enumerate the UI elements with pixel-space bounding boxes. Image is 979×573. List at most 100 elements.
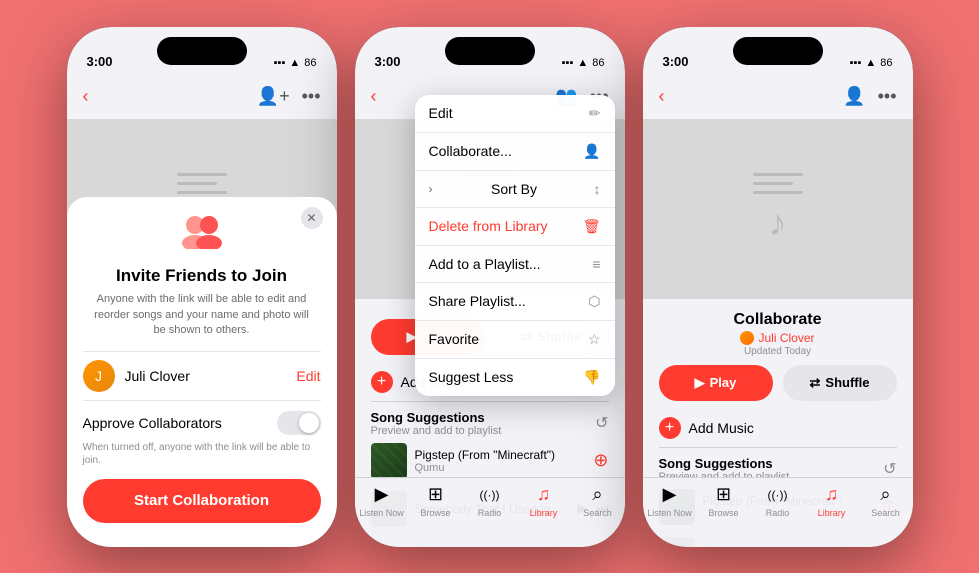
user-row: J Juli Clover Edit	[83, 351, 321, 401]
approve-label: Approve Collaborators	[83, 415, 222, 431]
tab-listen-now-3[interactable]: ▶ Listen Now	[643, 484, 697, 518]
music-note-icon-3: ♪	[769, 202, 787, 244]
tab-bar-3: ▶ Listen Now ⊞ Browse ((·)) Radio ♫ Libr…	[643, 477, 913, 547]
star-icon: ☆	[588, 331, 601, 348]
song-info-1: Pigstep (From "Minecraft") Qumu	[415, 448, 586, 474]
wifi-icon-2: ▲	[577, 57, 588, 69]
dynamic-island-3	[733, 37, 823, 65]
tab-bar-2: ▶ Listen Now ⊞ Browse ((·)) Radio ♫ Libr…	[355, 477, 625, 547]
back-button-3[interactable]: ‹	[659, 86, 665, 107]
edit-link[interactable]: Edit	[296, 368, 320, 384]
dropdown-menu: Edit ✏ Collaborate... 👤 › Sort By ↕ Dele…	[415, 95, 615, 396]
listen-now-icon-2: ▶	[371, 484, 393, 506]
toggle[interactable]	[277, 411, 321, 435]
phone-2-screen: 3:00 ▪▪▪ ▲ 86 ‹ 👥 ••• ♪	[355, 27, 625, 547]
wifi-icon: ▲	[289, 57, 300, 69]
tab-library-3[interactable]: ♫ Library	[805, 484, 859, 518]
add-music-row-3[interactable]: + Add Music	[659, 409, 897, 448]
plus-icon-3: +	[659, 417, 681, 439]
menu-edit[interactable]: Edit ✏	[415, 95, 615, 133]
chevron-icon: ›	[429, 182, 433, 196]
browse-icon-3: ⊞	[713, 484, 735, 506]
album-art-3: ♪	[643, 119, 913, 299]
battery-icon-2: 86	[592, 57, 604, 69]
tab-listen-now-2[interactable]: ▶ Listen Now	[355, 484, 409, 518]
share-icon: ⬡	[588, 293, 600, 310]
music-lines-3	[753, 173, 803, 194]
close-button[interactable]: ✕	[301, 207, 323, 229]
play-btn-3[interactable]: ▶ Play	[659, 365, 773, 401]
suggestions-subtitle-2: Preview and add to playlist	[371, 425, 502, 437]
suggestions-title-2: Song Suggestions	[371, 410, 502, 425]
menu-favorite[interactable]: Favorite ☆	[415, 321, 615, 359]
menu-sort-by[interactable]: › Sort By ↕	[415, 171, 615, 208]
shuffle-icon-3: ⇄	[810, 375, 821, 391]
back-button-2[interactable]: ‹	[371, 86, 377, 107]
status-icons-2: ▪▪▪ ▲ 86	[562, 57, 605, 69]
menu-delete[interactable]: Delete from Library 🗑	[415, 208, 615, 246]
tab-radio-3[interactable]: ((·)) Radio	[751, 484, 805, 518]
approve-desc: When turned off, anyone with the link wi…	[83, 441, 321, 467]
status-time-2: 3:00	[375, 54, 401, 69]
song-thumb-1	[371, 443, 407, 479]
menu-suggest-less[interactable]: Suggest Less 👎	[415, 359, 615, 396]
signal-icon-2: ▪▪▪	[562, 57, 574, 69]
invite-title: Invite Friends to Join	[83, 266, 321, 286]
more-icon[interactable]: •••	[302, 86, 321, 107]
invite-people-icon	[83, 213, 321, 258]
person-icon-3[interactable]: 👤	[843, 86, 865, 107]
collab-user-avatar	[740, 331, 754, 345]
shuffle-btn-3[interactable]: ⇄ Shuffle	[783, 365, 897, 401]
library-icon-3: ♫	[821, 484, 843, 506]
tab-radio-2[interactable]: ((·)) Radio	[463, 484, 517, 518]
menu-add-playlist[interactable]: Add to a Playlist... ≡	[415, 246, 615, 283]
tab-search-2[interactable]: ⌕ Search	[571, 484, 625, 518]
collab-user-row: Juli Clover	[659, 331, 897, 345]
user-name: Juli Clover	[125, 368, 287, 384]
library-icon-2: ♫	[533, 484, 555, 506]
music-lines	[177, 173, 227, 194]
phone-1-screen: 3:00 ▪▪▪ ▲ 86 ‹ 👤+ ••• ♪	[67, 27, 337, 547]
dynamic-island-2	[445, 37, 535, 65]
edit-icon: ✏	[589, 105, 601, 122]
signal-icon: ▪▪▪	[274, 57, 286, 69]
tab-search-3[interactable]: ⌕ Search	[859, 484, 913, 518]
tab-browse-3[interactable]: ⊞ Browse	[697, 484, 751, 518]
refresh-icon-2[interactable]: ↺	[595, 413, 608, 433]
menu-share[interactable]: Share Playlist... ⬡	[415, 283, 615, 321]
add-song-btn-1[interactable]: ⊕	[593, 450, 608, 471]
status-time-3: 3:00	[663, 54, 689, 69]
thumbs-down-icon: 👎	[583, 369, 600, 386]
collab-title: Collaborate	[659, 311, 897, 329]
phone-3-screen: 3:00 ▪▪▪ ▲ 86 ‹ 👤 ••• ♪	[643, 27, 913, 547]
plus-icon: +	[371, 371, 393, 393]
invite-desc: Anyone with the link will be able to edi…	[83, 292, 321, 338]
start-collaboration-button[interactable]: Start Collaboration	[83, 479, 321, 523]
more-icon-3[interactable]: •••	[878, 86, 897, 107]
song-artist-1: Qumu	[415, 462, 586, 474]
search-icon-3: ⌕	[875, 484, 897, 506]
music-line-3	[177, 191, 227, 194]
tab-browse-2[interactable]: ⊞ Browse	[409, 484, 463, 518]
battery-icon: 86	[304, 57, 316, 69]
listen-now-icon-3: ▶	[659, 484, 681, 506]
phone-2: 3:00 ▪▪▪ ▲ 86 ‹ 👥 ••• ♪	[355, 27, 625, 547]
nav-bar-1: ‹ 👤+ •••	[67, 75, 337, 119]
status-time-1: 3:00	[87, 54, 113, 69]
tab-library-2[interactable]: ♫ Library	[517, 484, 571, 518]
phone-1: 3:00 ▪▪▪ ▲ 86 ‹ 👤+ ••• ♪	[67, 27, 337, 547]
wifi-icon-3: ▲	[865, 57, 876, 69]
add-person-icon[interactable]: 👤+	[257, 86, 290, 107]
suggestions-title-3: Song Suggestions	[659, 456, 790, 471]
collab-menu-icon: 👤	[583, 143, 600, 160]
nav-bar-3: ‹ 👤 •••	[643, 75, 913, 119]
invite-sheet: ✕ Invite Friends to Join Anyone with the…	[67, 197, 337, 546]
menu-collaborate[interactable]: Collaborate... 👤	[415, 133, 615, 171]
updated-text: Updated Today	[659, 346, 897, 357]
play-icon-3: ▶	[695, 375, 705, 391]
sort-icon: ↕	[594, 181, 601, 197]
play-shuffle-3: ▶ Play ⇄ Shuffle	[659, 365, 897, 401]
trash-icon: 🗑	[583, 218, 601, 235]
back-button-1[interactable]: ‹	[83, 86, 89, 107]
status-icons-3: ▪▪▪ ▲ 86	[850, 57, 893, 69]
